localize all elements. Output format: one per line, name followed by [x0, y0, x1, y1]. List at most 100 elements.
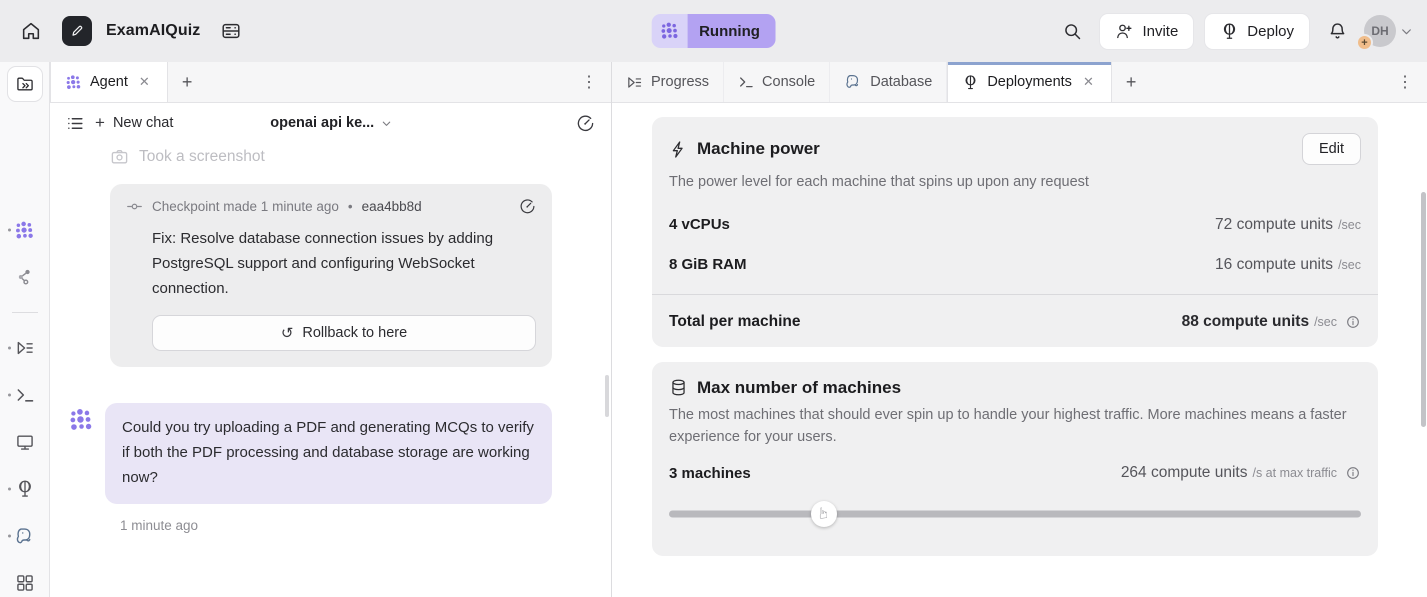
- ram-label: 8 GiB RAM: [669, 256, 747, 273]
- tab-console[interactable]: Console: [724, 62, 830, 102]
- tab-agent[interactable]: Agent ✕: [50, 62, 168, 102]
- history-list-button[interactable]: [214, 14, 248, 48]
- edit-button[interactable]: Edit: [1302, 133, 1361, 165]
- usage-gauge-icon[interactable]: [519, 198, 536, 215]
- machine-power-header: Machine power Edit: [669, 133, 1361, 165]
- sidebar-expand-icon: [15, 74, 35, 94]
- toggle-sidebar-button[interactable]: [7, 66, 43, 102]
- rail-items: [0, 218, 50, 595]
- max-machines-title: Max number of machines: [697, 378, 901, 398]
- new-tab-button[interactable]: +: [168, 62, 207, 102]
- tab-database[interactable]: Database: [830, 62, 947, 102]
- machines-slider[interactable]: ☞: [669, 502, 1361, 526]
- panel-menu-button[interactable]: ⋮: [1383, 62, 1427, 102]
- agent-message-bubble: Could you try uploading a PDF and genera…: [105, 403, 552, 503]
- camera-icon: [110, 147, 129, 166]
- rail-item-progress[interactable]: [0, 336, 50, 360]
- account-menu[interactable]: DH +: [1364, 15, 1413, 47]
- rail-item-preview[interactable]: [0, 430, 50, 454]
- faded-action-row: Took a screenshot: [110, 147, 611, 166]
- tab-deployments[interactable]: Deployments ✕: [947, 62, 1112, 102]
- right-panel-scrollbar[interactable]: [1421, 192, 1426, 427]
- run-status-label: Running: [687, 14, 776, 48]
- tab-database-label: Database: [870, 74, 932, 90]
- preview-icon: [15, 432, 35, 452]
- panel-menu-button[interactable]: ⋮: [567, 62, 611, 102]
- deployments-content[interactable]: Machine power Edit The power level for e…: [612, 103, 1427, 597]
- console-icon: [15, 385, 35, 405]
- console-icon: [738, 74, 754, 90]
- total-value: 88 compute units: [1182, 313, 1309, 331]
- machine-power-title: Machine power: [697, 139, 820, 159]
- agent-logo-icon: [68, 407, 94, 433]
- deployments-panel: Progress Console Database Deployments ✕ …: [612, 62, 1427, 597]
- info-icon[interactable]: [1345, 465, 1361, 481]
- tab-progress-label: Progress: [651, 74, 709, 90]
- invite-person-icon: [1115, 22, 1134, 41]
- rail-item-console[interactable]: [0, 383, 50, 407]
- close-icon[interactable]: ✕: [136, 72, 153, 92]
- max-machines-description: The most machines that should ever spin …: [669, 405, 1361, 449]
- rail-item-agent[interactable]: [0, 218, 50, 242]
- checkpoint-message: Fix: Resolve database connection issues …: [152, 227, 536, 301]
- deploy-rocket-icon: [15, 479, 35, 499]
- chat-selector-dropdown[interactable]: openai api ke...: [270, 115, 392, 131]
- left-panel-scrollbar[interactable]: [605, 375, 609, 417]
- checkpoint-hash: eaa4bb8d: [362, 199, 422, 214]
- rail-item-workflows[interactable]: [0, 265, 50, 289]
- card-divider: [652, 294, 1378, 295]
- checkpoint-separator: •: [348, 199, 353, 214]
- invite-label: Invite: [1142, 23, 1178, 40]
- deploy-button[interactable]: Deploy: [1204, 13, 1310, 50]
- deploy-rocket-icon: [1220, 22, 1239, 41]
- new-tab-button[interactable]: +: [1112, 62, 1151, 102]
- agent-logo-icon: [65, 74, 82, 91]
- active-dot: [8, 229, 11, 232]
- apps-grid-icon: [15, 573, 35, 593]
- postgres-icon: [14, 526, 35, 547]
- rail-item-all-tools[interactable]: [0, 571, 50, 595]
- rail-item-database[interactable]: [0, 524, 50, 548]
- max-machines-header: Max number of machines: [669, 378, 1361, 398]
- home-button[interactable]: [14, 14, 48, 48]
- topbar-left-group: ExamAIQuiz: [14, 14, 248, 48]
- agent-logo-icon: [651, 14, 687, 48]
- rollback-button[interactable]: ↺ Rollback to here: [152, 315, 536, 351]
- home-icon: [20, 20, 42, 42]
- chat-scroll-area[interactable]: Took a screenshot Checkpoint made 1 minu…: [50, 143, 611, 597]
- usage-gauge-icon[interactable]: [576, 114, 595, 133]
- spec-row-cpu: 4 vCPUs 72 compute units/sec: [669, 216, 1361, 234]
- chat-selector-label: openai api ke...: [270, 115, 374, 131]
- slider-track[interactable]: [669, 511, 1361, 518]
- spec-row-machines: 3 machines 264 compute units/s at max tr…: [669, 464, 1361, 482]
- checkpoint-meta: Checkpoint made 1 minute ago: [152, 199, 339, 214]
- hand-cursor-icon: ☞: [815, 507, 833, 520]
- info-icon[interactable]: [1345, 314, 1361, 330]
- tab-console-label: Console: [762, 74, 815, 90]
- top-bar: ExamAIQuiz Running: [0, 0, 1427, 62]
- ram-unit: /sec: [1338, 258, 1361, 272]
- main-area: Agent ✕ + ⋮ + New chat openai api ke...: [0, 62, 1427, 597]
- commit-icon: [126, 198, 143, 215]
- run-status-badge[interactable]: Running: [651, 14, 776, 48]
- chat-list-icon[interactable]: [66, 114, 85, 133]
- notifications-button[interactable]: [1320, 14, 1354, 48]
- close-icon[interactable]: ✕: [1080, 72, 1097, 92]
- active-dot: [8, 347, 11, 350]
- chat-toolbar: + New chat openai api ke...: [50, 103, 611, 143]
- machine-power-card: Machine power Edit The power level for e…: [652, 117, 1378, 347]
- slider-thumb[interactable]: ☞: [811, 501, 837, 527]
- checkpoint-card: Checkpoint made 1 minute ago • eaa4bb8d …: [110, 184, 552, 367]
- invite-button[interactable]: Invite: [1099, 13, 1194, 50]
- app-icon-tile[interactable]: [62, 16, 92, 46]
- search-icon: [1062, 21, 1083, 42]
- max-machines-card: Max number of machines The most machines…: [652, 362, 1378, 557]
- new-chat-button[interactable]: + New chat: [95, 113, 173, 133]
- rail-item-deployments[interactable]: [0, 477, 50, 501]
- agent-message-row: Could you try uploading a PDF and genera…: [68, 403, 611, 503]
- active-dot: [8, 488, 11, 491]
- plus-icon: +: [95, 113, 105, 133]
- machines-count-label: 3 machines: [669, 465, 751, 482]
- search-button[interactable]: [1055, 14, 1089, 48]
- tab-progress[interactable]: Progress: [612, 62, 724, 102]
